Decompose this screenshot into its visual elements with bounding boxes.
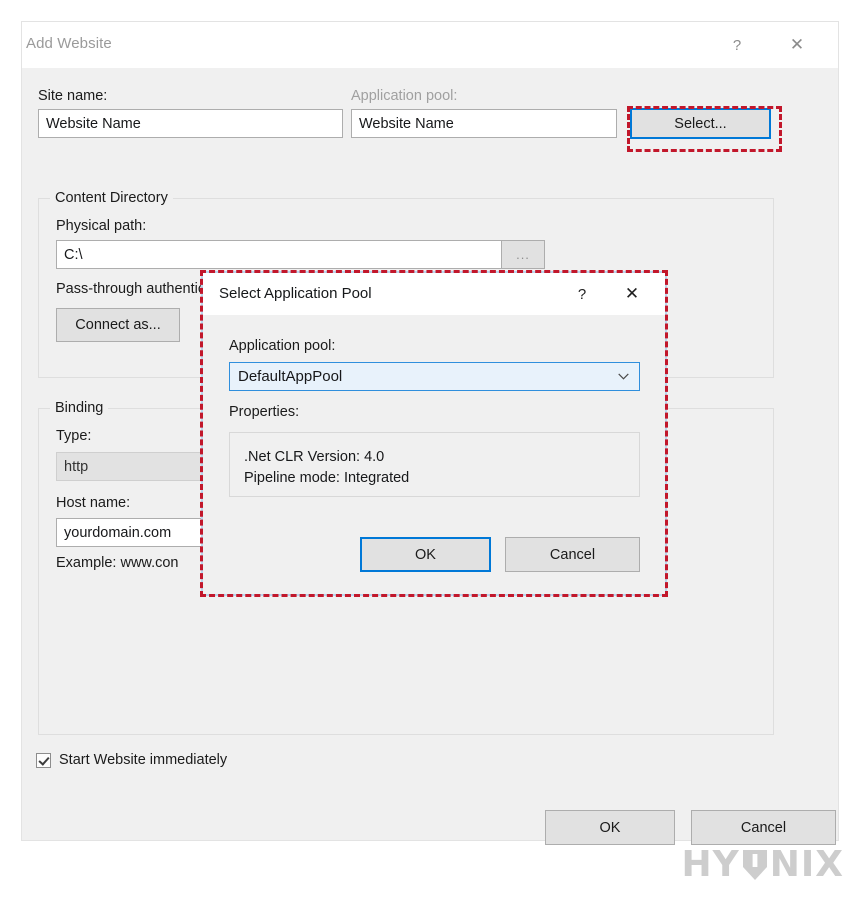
start-website-checkbox[interactable]: Start Website immediately [36,752,227,768]
application-pool-input[interactable]: Website Name [351,109,617,138]
watermark-text-before: HY [681,844,740,885]
connect-as-button[interactable]: Connect as... [56,308,180,342]
site-name-input[interactable]: Website Name [38,109,343,138]
modal-cancel-button[interactable]: Cancel [505,537,640,572]
screenshot-root: Add Website ? ✕ Site name: Website Name … [0,0,862,899]
application-pool-combobox[interactable]: DefaultAppPool [229,362,640,391]
start-website-label: Start Website immediately [59,752,228,768]
modal-properties-label: Properties: [229,404,300,420]
browse-path-button[interactable]: ... [501,240,545,269]
modal-close-icon[interactable]: ✕ [611,273,653,315]
hyonix-watermark: HY NIX [682,844,844,885]
watermark-text-after: NIX [769,844,844,885]
host-name-label: Host name: [56,495,131,511]
application-pool-label: Application pool: [351,88,458,104]
property-pipeline-mode: Pipeline mode: Integrated [244,470,410,486]
cancel-button[interactable]: Cancel [691,810,836,845]
dialog-titlebar: Add Website ? ✕ [22,22,838,68]
select-application-pool-dialog: Select Application Pool ? ✕ Application … [203,273,665,594]
host-name-example-text: Example: www.con [56,555,179,571]
site-name-label: Site name: [38,88,108,104]
physical-path-input[interactable]: C:\ [56,240,508,269]
close-icon[interactable]: ✕ [774,22,820,68]
hyonix-power-shield-icon [740,848,770,882]
help-icon[interactable]: ? [714,22,760,68]
dialog-title: Add Website [26,35,112,52]
binding-group-title: Binding [50,400,109,416]
host-name-input[interactable]: yourdomain.com [56,518,208,547]
modal-help-icon[interactable]: ? [561,273,603,315]
modal-application-pool-label: Application pool: [229,338,336,354]
content-directory-group-title: Content Directory [50,190,173,206]
application-pool-combobox-value: DefaultAppPool [238,368,343,385]
physical-path-label: Physical path: [56,218,147,234]
modal-ok-button[interactable]: OK [360,537,491,572]
property-clr-version: .Net CLR Version: 4.0 [244,449,385,465]
checkbox-check-icon [36,752,51,768]
ok-button[interactable]: OK [545,810,675,845]
binding-type-label: Type: [56,428,92,444]
application-pool-properties-box: .Net CLR Version: 4.0 Pipeline mode: Int… [229,432,640,497]
modal-title: Select Application Pool [219,285,372,302]
modal-titlebar: Select Application Pool ? ✕ [203,273,665,315]
select-app-pool-button[interactable]: Select... [630,108,771,139]
chevron-down-icon [618,373,629,380]
